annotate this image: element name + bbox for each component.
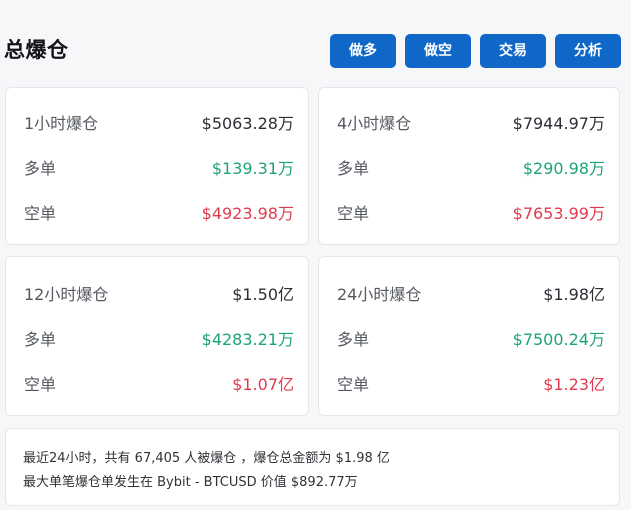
- total-value: $5063.28万: [201, 114, 294, 133]
- short-value: $1.23亿: [543, 375, 605, 394]
- long-row: 多单 $4283.21万: [24, 328, 294, 352]
- liquidation-card-4h: 4小时爆仓 $7944.97万 多单 $290.98万 空单 $7653.99万: [318, 87, 620, 245]
- long-row: 多单 $290.98万: [337, 157, 605, 181]
- long-label: 多单: [24, 330, 57, 349]
- short-value: $7653.99万: [512, 204, 605, 223]
- summary-line-largest: 最大单笔爆仓单发生在 Bybit - BTCUSD 价值 $892.77万: [23, 475, 358, 490]
- short-row: 空单 $1.07亿: [24, 373, 294, 397]
- short-row: 空单 $7653.99万: [337, 202, 605, 226]
- analysis-button[interactable]: 分析: [555, 34, 621, 68]
- period-label: 1小时爆仓: [24, 114, 99, 133]
- liquidation-card-24h: 24小时爆仓 $1.98亿 多单 $7500.24万 空单 $1.23亿: [318, 256, 620, 416]
- page-title: 总爆仓: [4, 38, 69, 62]
- short-value: $1.07亿: [232, 375, 294, 394]
- short-row: 空单 $4923.98万: [24, 202, 294, 226]
- period-label: 4小时爆仓: [337, 114, 412, 133]
- long-row: 多单 $139.31万: [24, 157, 294, 181]
- long-value: $4283.21万: [201, 330, 294, 349]
- total-row: 24小时爆仓 $1.98亿: [337, 283, 605, 307]
- period-label: 12小时爆仓: [24, 285, 109, 304]
- short-label: 空单: [24, 375, 57, 394]
- short-button[interactable]: 做空: [405, 34, 471, 68]
- total-value: $1.98亿: [543, 285, 605, 304]
- short-label: 空单: [24, 204, 57, 223]
- total-row: 1小时爆仓 $5063.28万: [24, 112, 294, 136]
- period-label: 24小时爆仓: [337, 285, 422, 304]
- long-value: $290.98万: [522, 159, 605, 178]
- total-row: 12小时爆仓 $1.50亿: [24, 283, 294, 307]
- long-value: $139.31万: [211, 159, 294, 178]
- short-label: 空单: [337, 204, 370, 223]
- total-value: $7944.97万: [512, 114, 605, 133]
- short-value: $4923.98万: [201, 204, 294, 223]
- trade-button[interactable]: 交易: [480, 34, 546, 68]
- long-label: 多单: [337, 159, 370, 178]
- long-label: 多单: [337, 330, 370, 349]
- summary-panel: 最近24小时，共有 67,405 人被爆仓 ，爆仓总金额为 $1.98 亿 最大…: [5, 428, 620, 506]
- long-row: 多单 $7500.24万: [337, 328, 605, 352]
- long-label: 多单: [24, 159, 57, 178]
- summary-line-24h: 最近24小时，共有 67,405 人被爆仓 ，爆仓总金额为 $1.98 亿: [23, 451, 390, 466]
- short-label: 空单: [337, 375, 370, 394]
- long-button[interactable]: 做多: [330, 34, 396, 68]
- long-value: $7500.24万: [512, 330, 605, 349]
- liquidation-card-1h: 1小时爆仓 $5063.28万 多单 $139.31万 空单 $4923.98万: [5, 87, 309, 245]
- page-header: 总爆仓 做多 做空 交易 分析: [0, 0, 631, 80]
- liquidation-card-12h: 12小时爆仓 $1.50亿 多单 $4283.21万 空单 $1.07亿: [5, 256, 309, 416]
- total-row: 4小时爆仓 $7944.97万: [337, 112, 605, 136]
- short-row: 空单 $1.23亿: [337, 373, 605, 397]
- total-value: $1.50亿: [232, 285, 294, 304]
